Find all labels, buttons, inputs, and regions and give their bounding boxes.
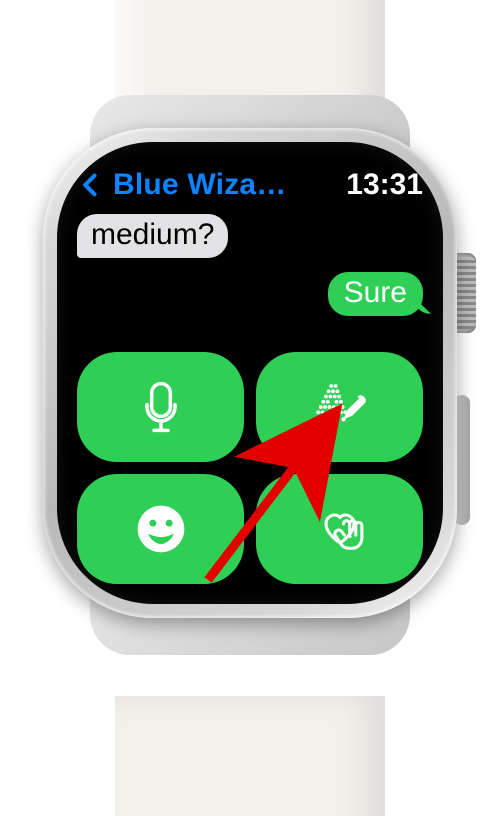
chevron-left-icon bbox=[77, 171, 105, 199]
watch-case: Blue Wiza… 13:31 medium? Sure bbox=[43, 128, 457, 618]
watch-band-bottom bbox=[115, 696, 385, 816]
clock-time: 13:31 bbox=[346, 168, 423, 202]
message-incoming[interactable]: medium? bbox=[77, 214, 228, 258]
back-button[interactable] bbox=[77, 171, 111, 199]
conversation-title[interactable]: Blue Wiza… bbox=[113, 168, 286, 202]
scribble-icon bbox=[312, 379, 368, 435]
message-outgoing[interactable]: Sure bbox=[328, 272, 423, 316]
emoji-button[interactable] bbox=[77, 474, 244, 584]
emoji-icon bbox=[133, 501, 189, 557]
dictation-button[interactable] bbox=[77, 352, 244, 462]
input-options-grid bbox=[77, 352, 423, 584]
header-bar: Blue Wiza… 13:31 bbox=[77, 162, 423, 208]
heart-fingers-icon bbox=[312, 501, 368, 557]
microphone-icon bbox=[133, 379, 189, 435]
watch-screen: Blue Wiza… 13:31 medium? Sure bbox=[57, 142, 443, 604]
digital-touch-button[interactable] bbox=[256, 474, 423, 584]
scribble-button[interactable] bbox=[256, 352, 423, 462]
